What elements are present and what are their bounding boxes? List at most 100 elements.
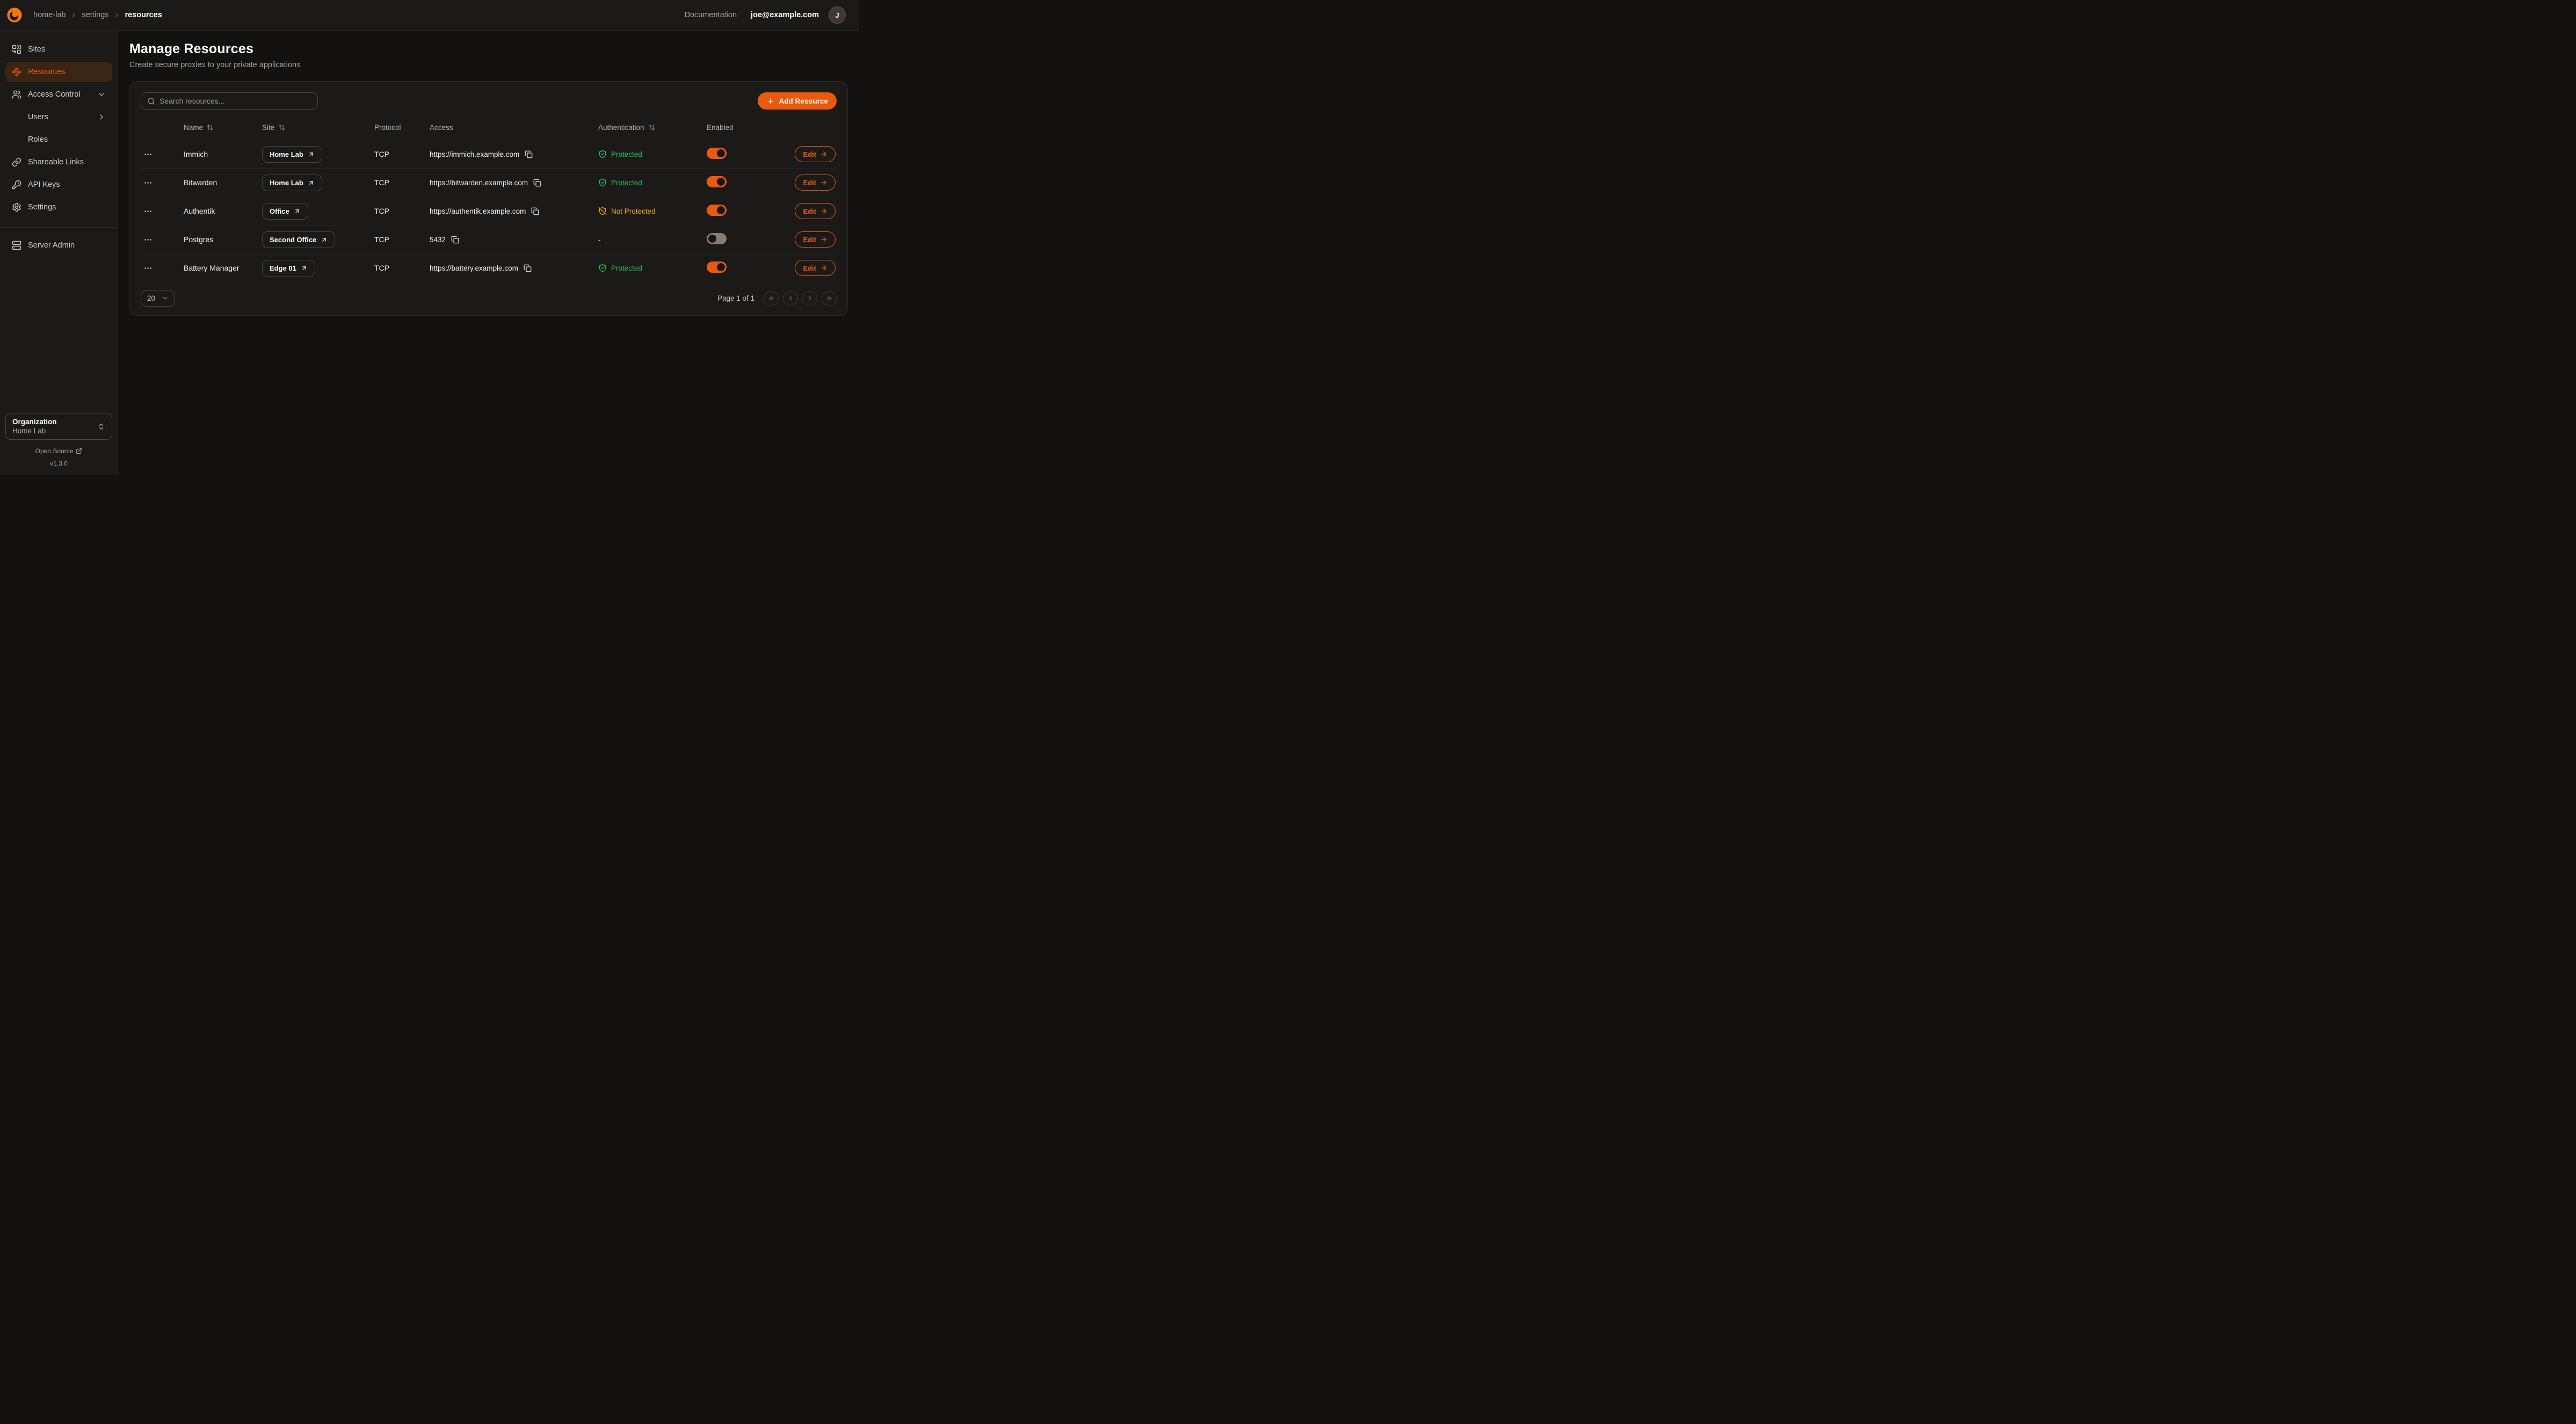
resource-name: Immich [184,150,208,158]
arrow-right-icon [820,150,828,158]
sort-icon[interactable] [278,124,285,131]
sidebar-item-users[interactable]: Users [5,107,112,127]
sidebar-item-api-keys[interactable]: API Keys [5,175,112,195]
enabled-toggle[interactable] [707,176,727,187]
row-menu-button[interactable] [141,204,155,218]
site-link-button[interactable]: Second Office [262,231,335,248]
copy-icon [524,264,532,272]
site-link-button[interactable]: Home Lab [262,146,322,163]
enabled-toggle[interactable] [707,233,727,244]
chevron-right-icon [70,11,77,19]
org-selector[interactable]: Organization Home Lab [5,413,112,440]
main-content: Manage Resources Create secure proxies t… [118,31,859,475]
sidebar-item-settings[interactable]: Settings [5,197,112,217]
row-menu-button[interactable] [141,147,155,161]
avatar[interactable]: J [829,6,846,24]
row-menu-button[interactable] [141,233,155,246]
search-input[interactable] [159,97,311,105]
sidebar-item-shareable-links[interactable]: Shareable Links [5,152,112,172]
site-link-button[interactable]: Home Lab [262,175,322,191]
user-email[interactable]: joe@example.com [751,11,819,19]
copy-button[interactable] [531,206,541,216]
auth-status: Not Protected [598,207,707,215]
pagination: 20 Page 1 of 1 [141,290,837,307]
sort-icon[interactable] [648,124,655,131]
add-resource-button[interactable]: Add Resource [758,92,837,110]
copy-button[interactable] [524,263,533,273]
auth-status: Protected [598,178,707,187]
ellipsis-icon [144,236,152,244]
arrow-right-icon [820,179,828,186]
column-header-enabled: Enabled [707,123,734,132]
sidebar-item-server-admin[interactable]: Server Admin [5,235,112,256]
copy-button[interactable] [525,149,534,159]
column-header-protocol: Protocol [374,123,401,132]
external-link-icon [76,448,82,454]
pangolin-logo-icon[interactable] [5,6,24,24]
arrow-right-icon [820,236,828,243]
arrow-up-right-icon [294,208,301,215]
edit-label: Edit [803,264,816,272]
sidebar-bottom: Organization Home Lab Open Source v1.3.0 [5,413,112,467]
resource-access: 5432 [430,236,446,244]
resource-access: https://battery.example.com [430,264,518,272]
edit-button[interactable]: Edit [795,260,836,276]
enabled-toggle[interactable] [707,261,727,273]
copy-icon [525,150,533,158]
table-toolbar: Add Resource [141,92,837,110]
last-page-button[interactable] [822,291,837,306]
resource-access: https://authentik.example.com [430,207,526,215]
copy-icon [533,179,541,187]
site-name: Home Lab [270,179,303,187]
documentation-link[interactable]: Documentation [685,11,737,19]
site-link-button[interactable]: Edge 01 [262,260,315,277]
site-name: Office [270,207,289,215]
server-icon [12,241,21,250]
sidebar: Sites Resources Access Control Users Rol… [0,31,118,475]
enabled-toggle[interactable] [707,148,727,159]
sidebar-item-access-control[interactable]: Access Control [5,84,112,105]
arrow-right-icon [820,264,828,272]
edit-label: Edit [803,179,816,187]
site-name: Home Lab [270,150,303,158]
chevron-right-icon [97,113,106,121]
open-source-link[interactable]: Open Source [5,447,112,455]
sidebar-item-resources[interactable]: Resources [5,62,112,82]
page-size-select[interactable]: 20 [141,290,175,307]
waypoints-icon [12,67,21,77]
toggle-knob [708,235,716,243]
sidebar-item-roles[interactable]: Roles [5,129,112,150]
table-header: Name Site Protocol Access Authentication… [141,115,837,140]
site-link-button[interactable]: Office [262,203,308,220]
edit-button[interactable]: Edit [795,203,836,219]
prev-page-button[interactable] [783,291,798,306]
enabled-toggle[interactable] [707,205,727,216]
page-subtitle: Create secure proxies to your private ap… [129,61,847,69]
copy-button[interactable] [533,178,543,187]
combine-icon [12,45,21,54]
row-menu-button[interactable] [141,176,155,190]
sort-icon[interactable] [207,124,214,131]
copy-icon [531,207,539,215]
row-menu-button[interactable] [141,261,155,275]
next-page-button[interactable] [802,291,817,306]
resource-protocol: TCP [374,178,389,187]
arrow-right-icon [820,207,828,215]
edit-button[interactable]: Edit [795,175,836,191]
auth-status: Protected [598,264,707,272]
breadcrumb-settings[interactable]: settings [82,11,108,19]
toggle-knob [717,263,725,271]
edit-button[interactable]: Edit [795,231,836,248]
sidebar-item-label: Users [28,113,48,121]
link-icon [12,157,21,167]
chevron-right-icon [807,295,814,302]
breadcrumb-org[interactable]: home-lab [33,11,66,19]
ellipsis-icon [144,264,152,272]
edit-button[interactable]: Edit [795,146,836,162]
key-icon [12,180,21,190]
gear-icon [12,202,21,212]
sidebar-item-sites[interactable]: Sites [5,39,112,60]
table-row: Authentik Office TCP https://authentik.e… [141,197,837,225]
first-page-button[interactable] [764,291,779,306]
copy-button[interactable] [451,235,461,244]
